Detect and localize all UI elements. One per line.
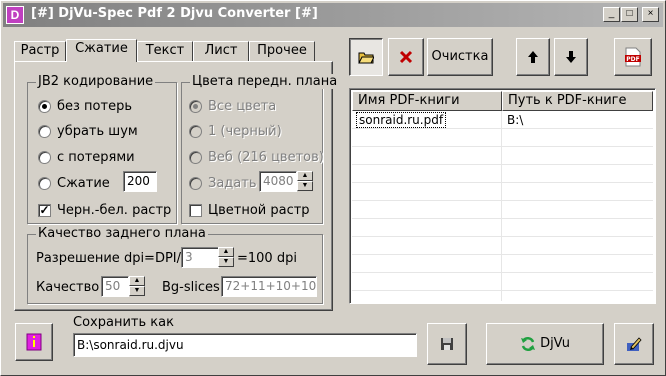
fg-all-colors-radio[interactable] [189, 100, 202, 113]
quality-input[interactable]: 50 [101, 276, 129, 297]
color-raster-checkbox[interactable] [189, 204, 202, 217]
file-path-cell: B:\ [507, 113, 524, 127]
save-button[interactable] [427, 323, 467, 365]
convert-djvu-button[interactable]: DjVu [486, 323, 604, 365]
jb2-lossy-radio[interactable] [38, 151, 51, 164]
spinner-down-icon[interactable]: ▼ [129, 286, 145, 296]
jb2-group-title: JB2 кодирование [36, 74, 156, 89]
bg-slices-label: Bg-slices [162, 280, 220, 295]
table-row [352, 183, 653, 201]
minimize-button[interactable]: _ [603, 7, 620, 22]
save-as-input[interactable]: B:\sonraid.ru.djvu [73, 333, 417, 357]
fg-option-label: Веб (216 цветов) [208, 150, 324, 165]
fg-option-label: 1 (черный) [208, 124, 282, 139]
move-down-button[interactable] [554, 38, 588, 76]
resolution-result: =100 dpi [237, 251, 297, 266]
svg-text:PDF: PDF [626, 56, 639, 63]
resolution-spinner[interactable]: ▲ ▼ [218, 247, 234, 268]
resolution-label: Разрешение dpi=DPI/ [36, 251, 182, 266]
bw-raster-label: Черн.-бел. растр [57, 203, 172, 218]
arrow-up-icon [528, 51, 538, 63]
jb2-compression-radio[interactable] [38, 177, 51, 190]
pdf-button[interactable]: PDF [614, 38, 652, 76]
column-header-name[interactable]: Имя PDF-книги [352, 91, 502, 111]
spinner-up-icon[interactable]: ▲ [218, 247, 234, 257]
convert-label: DjVu [540, 336, 570, 351]
delete-button[interactable] [388, 38, 424, 76]
info-button[interactable] [15, 323, 53, 361]
column-header-path[interactable]: Путь к PDF-книге [502, 91, 653, 111]
jb2-lossless-radio[interactable] [38, 100, 51, 113]
jb2-option-label: Сжатие [57, 176, 110, 191]
jb2-option-label: убрать шум [57, 124, 138, 139]
app-icon[interactable]: D [6, 6, 24, 24]
table-row [352, 237, 653, 255]
maximize-button[interactable]: □ [621, 7, 638, 22]
fg-custom-spinner[interactable]: ▲ ▼ [297, 171, 313, 192]
tab-sheet[interactable]: Лист [193, 41, 249, 61]
pdf-file-list[interactable]: Имя PDF-книги Путь к PDF-книге sonraid.r… [349, 88, 656, 304]
jb2-denoise-radio[interactable] [38, 125, 51, 138]
resolution-input[interactable]: 3 [181, 247, 219, 268]
fg-colors-group-title: Цвета передн. плана [190, 74, 340, 89]
fg-web-radio[interactable] [189, 151, 202, 164]
edit-button[interactable] [614, 323, 654, 365]
arrow-down-icon [566, 51, 576, 63]
delete-icon [399, 50, 413, 64]
main-window: D [#] DjVu-Spec Pdf 2 Djvu Converter [#]… [0, 0, 666, 376]
fg-custom-radio[interactable] [189, 177, 202, 190]
move-up-button[interactable] [516, 38, 550, 76]
table-row [352, 201, 653, 219]
bw-raster-checkbox[interactable]: ✓ [38, 204, 51, 217]
quality-label: Качество [36, 280, 100, 295]
table-row[interactable]: sonraid.ru.pdf B:\ [352, 111, 653, 129]
tab-compression[interactable]: Сжатие [66, 39, 137, 62]
pencil-icon [627, 337, 642, 351]
title-bar: D [#] DjVu-Spec Pdf 2 Djvu Converter [#]… [3, 3, 663, 27]
file-list-body: sonraid.ru.pdf B:\ [352, 111, 653, 301]
color-raster-label: Цветной растр [208, 203, 310, 218]
spinner-up-icon[interactable]: ▲ [297, 171, 313, 181]
file-name-cell: sonraid.ru.pdf [356, 111, 496, 129]
spinner-down-icon[interactable]: ▼ [297, 181, 313, 191]
folder-icon [358, 52, 375, 64]
spinner-up-icon[interactable]: ▲ [129, 276, 145, 286]
file-list-header: Имя PDF-книги Путь к PDF-книге [352, 91, 653, 111]
table-row [352, 129, 653, 147]
table-row [352, 219, 653, 237]
pdf-icon: PDF [625, 47, 641, 67]
quality-spinner[interactable]: ▲ ▼ [129, 276, 145, 297]
open-folder-button[interactable] [349, 38, 383, 76]
tab-other[interactable]: Прочее [249, 41, 315, 61]
compression-panel: JB2 кодирование без потерь убрать шум с … [14, 61, 340, 311]
table-row [352, 165, 653, 183]
table-row [352, 273, 653, 291]
clear-button[interactable]: Очистка [427, 38, 493, 76]
tab-raster[interactable]: Растр [14, 41, 66, 61]
refresh-icon [521, 336, 536, 351]
file-name-text: sonraid.ru.pdf [356, 112, 447, 128]
floppy-disk-icon [441, 338, 453, 350]
window-title: [#] DjVu-Spec Pdf 2 Djvu Converter [#] [31, 6, 318, 21]
jb2-option-label: без потерь [57, 99, 132, 114]
bg-slices-input[interactable]: 72+11+10+10 [221, 276, 317, 297]
save-as-label: Сохранить как [73, 315, 174, 330]
bg-quality-group-title: Качество заднего плана [36, 226, 208, 241]
column-divider [501, 111, 502, 301]
jb2-option-label: с потерями [57, 150, 135, 165]
info-icon [26, 333, 42, 351]
fg-black-radio[interactable] [189, 125, 202, 138]
fg-option-label: Задать [208, 176, 257, 191]
close-button[interactable]: × [642, 7, 659, 22]
fg-custom-input[interactable]: 4080 [259, 171, 297, 192]
spinner-down-icon[interactable]: ▼ [218, 257, 234, 267]
table-row [352, 147, 653, 165]
tab-text[interactable]: Текст [137, 41, 193, 61]
jb2-compression-input[interactable]: 200 [123, 171, 157, 192]
table-row [352, 255, 653, 273]
fg-option-label: Все цвета [208, 99, 277, 114]
